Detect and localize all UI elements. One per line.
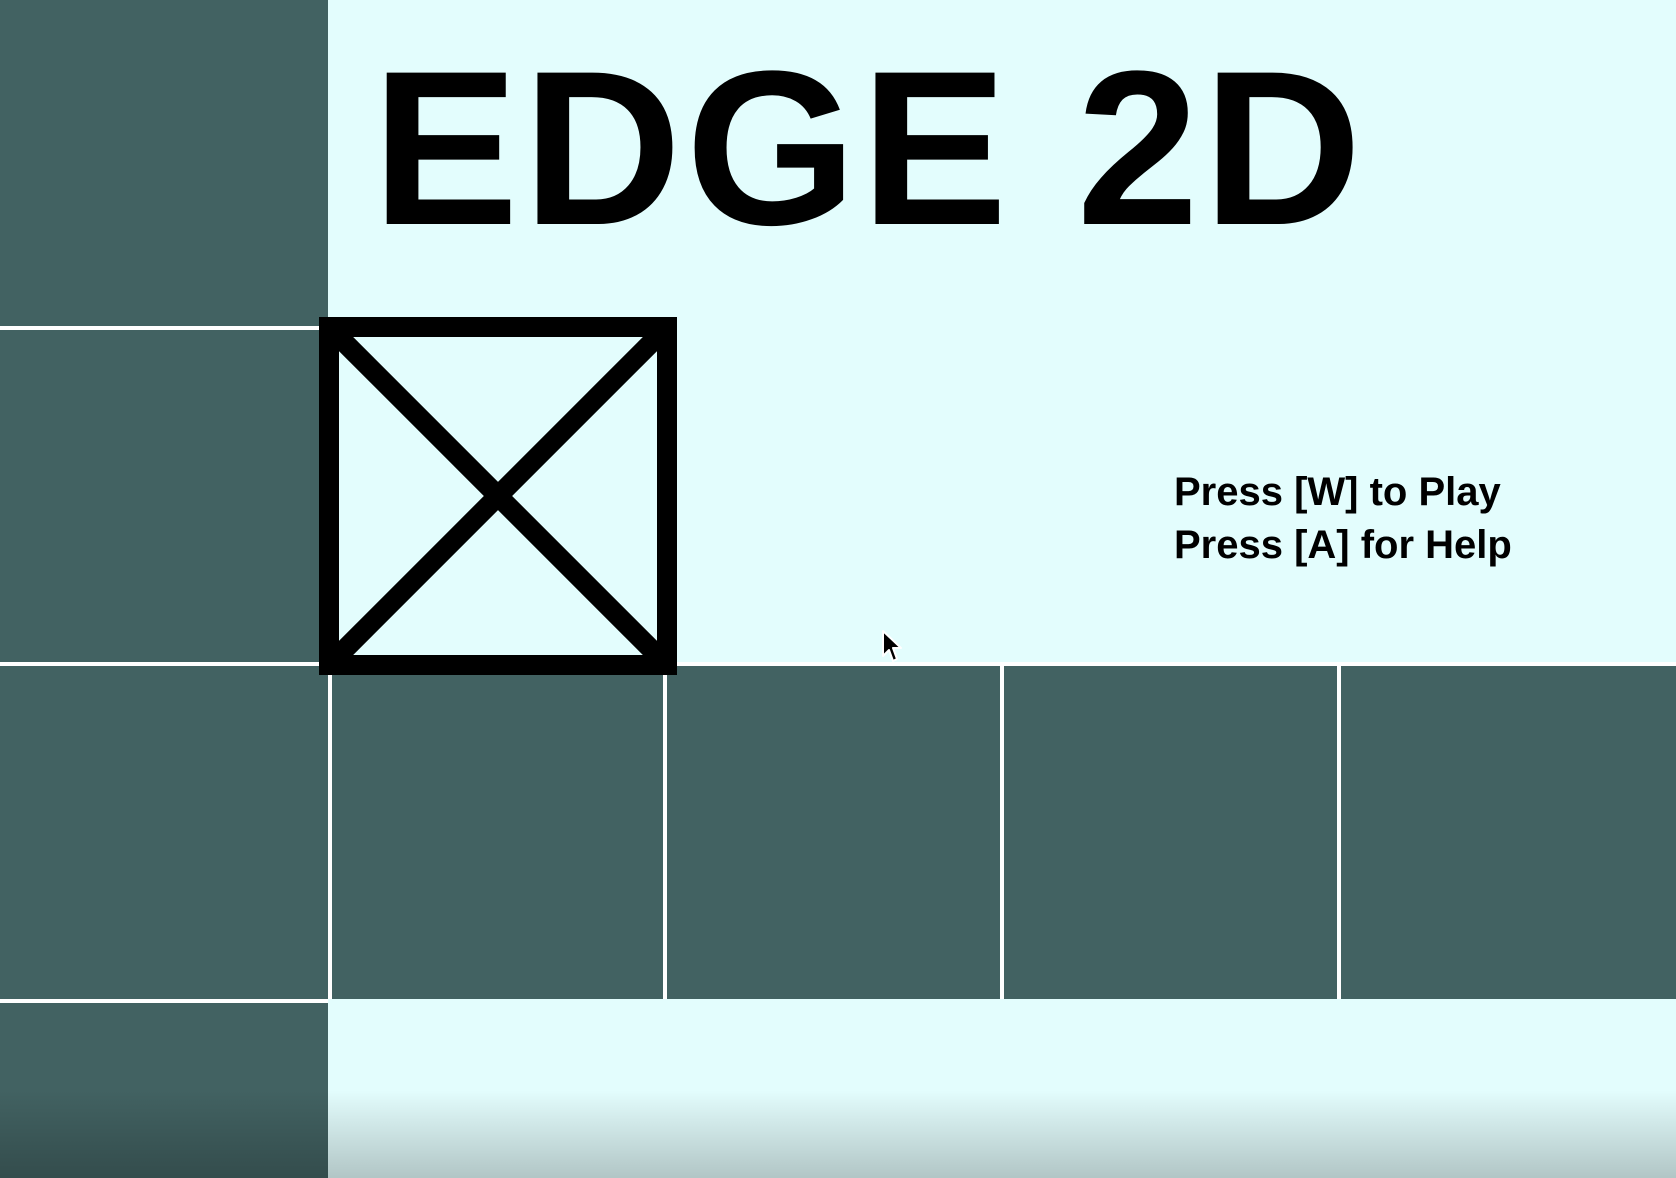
game-screen[interactable]: EDGE 2D Press [W] to Play Press [A] for … — [0, 0, 1676, 1178]
grid-line — [0, 326, 328, 330]
menu-prompts: Press [W] to Play Press [A] for Help — [1174, 466, 1512, 572]
grid-line — [663, 666, 667, 999]
help-prompt: Press [A] for Help — [1174, 523, 1512, 567]
game-title: EDGE 2D — [372, 25, 1366, 271]
play-prompt: Press [W] to Play — [1174, 470, 1501, 514]
wall-tile — [0, 330, 328, 662]
grid-line — [1337, 666, 1341, 999]
crossed-square-icon — [319, 317, 677, 675]
floor-tile — [667, 666, 1000, 999]
wall-tile — [0, 1003, 328, 1178]
grid-line — [1000, 666, 1004, 999]
floor-tile — [1004, 666, 1337, 999]
wall-tile — [0, 0, 328, 326]
grid-line — [0, 999, 328, 1003]
grid-line — [328, 666, 332, 999]
mouse-pointer-icon — [882, 630, 902, 662]
grid-line — [0, 662, 1676, 666]
floor-tile — [1341, 666, 1676, 999]
floor-tile — [332, 666, 663, 999]
wall-tile — [0, 666, 328, 999]
